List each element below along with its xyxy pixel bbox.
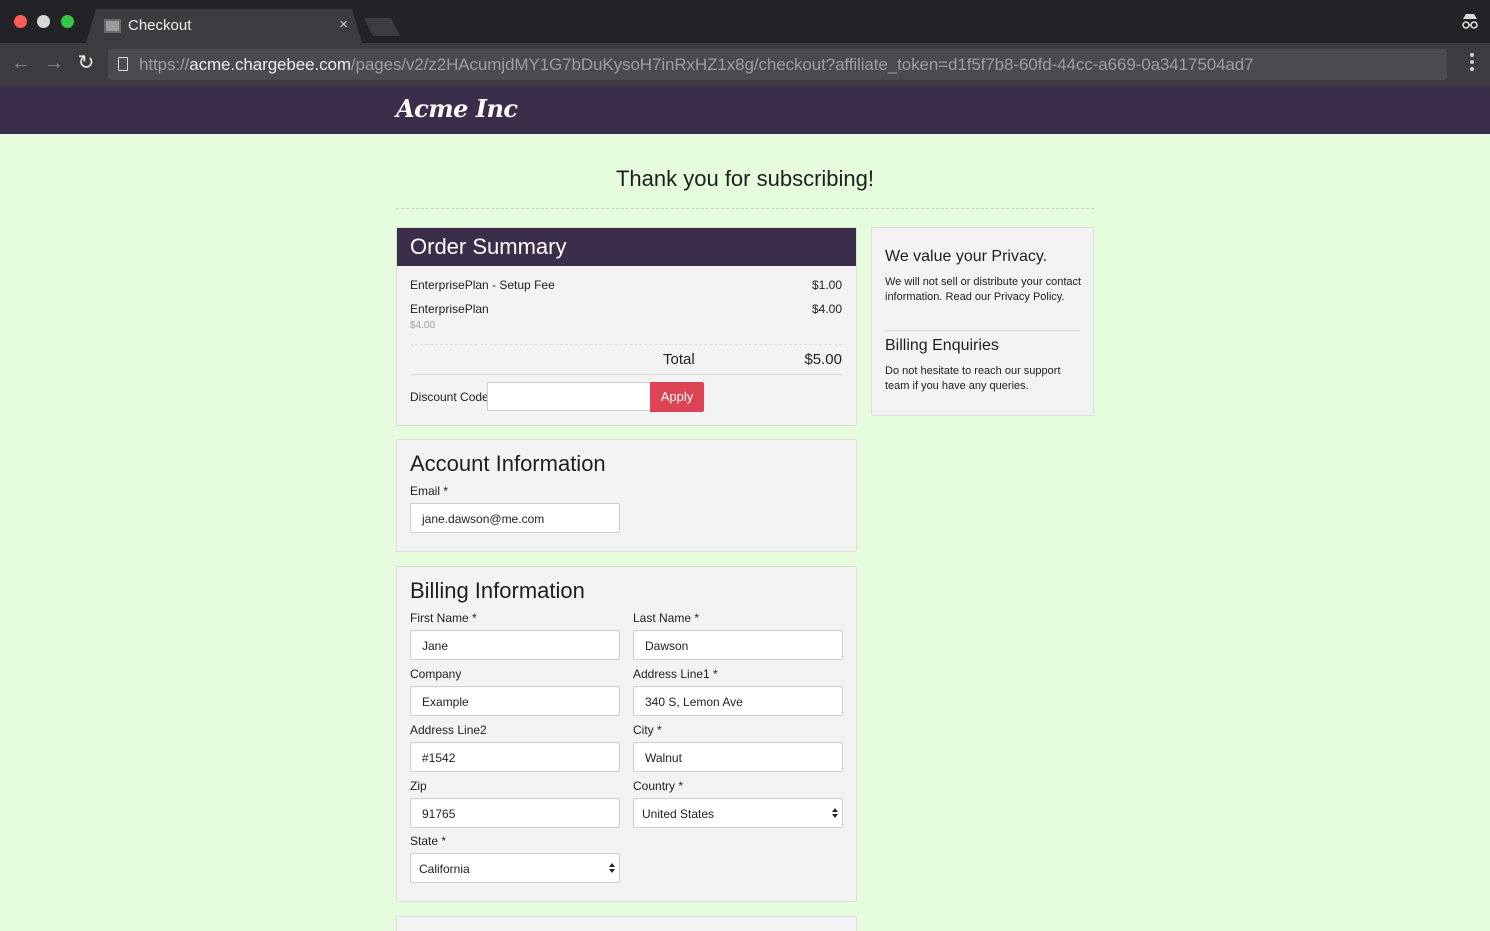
back-arrow-icon[interactable]: ← <box>9 52 33 76</box>
menu-dots-icon[interactable] <box>1469 53 1475 75</box>
reload-icon[interactable]: ↻ <box>74 52 98 76</box>
country-select-value: United States <box>642 807 715 821</box>
info-sidebar-card: We value your Privacy. We will not sell … <box>871 227 1094 416</box>
tab-favicon-icon <box>104 19 121 33</box>
first-name-field[interactable]: Jane <box>410 630 620 660</box>
billing-information-card: Billing Information First Name * Jane La… <box>396 566 857 902</box>
url-text[interactable]: https://acme.chargebee.com/pages/v2/z2HA… <box>139 55 1254 75</box>
forward-arrow-icon[interactable]: → <box>42 52 66 76</box>
browser-titlebar: Checkout × <box>0 0 1490 43</box>
order-summary-title: Order Summary <box>397 228 856 266</box>
discount-code-input[interactable] <box>487 382 651 411</box>
state-select-value: California <box>419 862 470 876</box>
summary-separator <box>410 344 842 345</box>
address-bar[interactable]: https://acme.chargebee.com/pages/v2/z2HA… <box>108 49 1447 80</box>
minimize-window-button[interactable] <box>37 15 50 28</box>
company-field[interactable]: Example <box>410 686 620 716</box>
tab-title: Checkout <box>128 17 192 34</box>
last-name-label: Last Name * <box>633 611 700 625</box>
total-separator <box>410 374 842 375</box>
dashed-divider <box>396 208 1094 209</box>
billing-information-title: Billing Information <box>410 578 585 603</box>
email-label: Email * <box>410 484 449 498</box>
new-tab-button[interactable] <box>364 18 400 36</box>
country-label: Country * <box>633 779 684 793</box>
maximize-window-button[interactable] <box>61 15 74 28</box>
discount-code-label: Discount Code <box>410 390 489 404</box>
page-title: Thank you for subscribing! <box>615 166 875 191</box>
tab-close-icon[interactable]: × <box>339 16 348 33</box>
incognito-icon <box>1462 14 1478 29</box>
enquiries-text: Do not hesitate to reach our support tea… <box>885 365 1061 392</box>
url-host: acme.chargebee.com <box>189 55 351 74</box>
enquiries-title: Billing Enquiries <box>885 337 999 354</box>
company-label: Company <box>410 667 462 681</box>
browser-toolbar: ← → ↻ https://acme.chargebee.com/pages/v… <box>0 43 1490 86</box>
line-item-name: EnterprisePlan <box>410 302 489 316</box>
logo[interactable]: Acme Inc <box>396 94 518 123</box>
state-select[interactable]: California <box>410 853 620 883</box>
privacy-text: We will not sell or distribute your cont… <box>885 276 1082 303</box>
total-label: Total <box>663 351 695 368</box>
sidebar-separator <box>885 330 1080 331</box>
address-line1-label: Address Line1 * <box>633 667 718 681</box>
line-item-name: EnterprisePlan - Setup Fee <box>410 278 555 292</box>
apply-button[interactable]: Apply <box>650 382 704 412</box>
total-value: $5.00 <box>804 351 842 368</box>
line-item-unit-price: $4.00 <box>410 320 436 331</box>
email-field[interactable]: jane.dawson@me.com <box>410 503 620 533</box>
address-line1-field[interactable]: 340 S, Lemon Ave <box>633 686 843 716</box>
address-line2-field[interactable]: #1542 <box>410 742 620 772</box>
close-window-button[interactable] <box>14 15 27 28</box>
privacy-title: We value your Privacy. <box>885 248 1048 265</box>
url-path: /pages/v2/z2HAcumjdMY1G7bDuKysoH7inRxHZ1… <box>350 55 1254 74</box>
last-name-field[interactable]: Dawson <box>633 630 843 660</box>
order-summary-card: Order Summary EnterprisePlan - Setup Fee… <box>396 227 857 426</box>
city-field[interactable]: Walnut <box>633 742 843 772</box>
address-line2-label: Address Line2 <box>410 723 487 737</box>
first-name-label: First Name * <box>410 611 477 625</box>
zip-label: Zip <box>410 779 427 793</box>
account-information-title: Account Information <box>410 451 606 476</box>
line-item: EnterprisePlan - Setup Fee $1.00 <box>410 278 842 292</box>
country-select[interactable]: United States <box>633 798 843 828</box>
page-icon <box>118 57 128 71</box>
line-item-price: $4.00 <box>811 302 842 316</box>
account-information-card: Account Information Email * jane.dawson@… <box>396 439 857 552</box>
select-arrows-icon <box>609 863 615 873</box>
zip-field[interactable]: 91765 <box>410 798 620 828</box>
state-label: State * <box>410 834 447 848</box>
line-item-price: $1.00 <box>811 278 842 292</box>
site-header: Acme Inc <box>0 86 1490 134</box>
select-arrows-icon <box>832 808 838 818</box>
line-item: EnterprisePlan $4.00 $4.00 <box>410 302 842 331</box>
next-section-card <box>396 916 857 931</box>
url-scheme: https:// <box>139 55 190 74</box>
browser-tab-checkout[interactable]: Checkout × <box>86 9 362 43</box>
city-label: City * <box>633 723 662 737</box>
